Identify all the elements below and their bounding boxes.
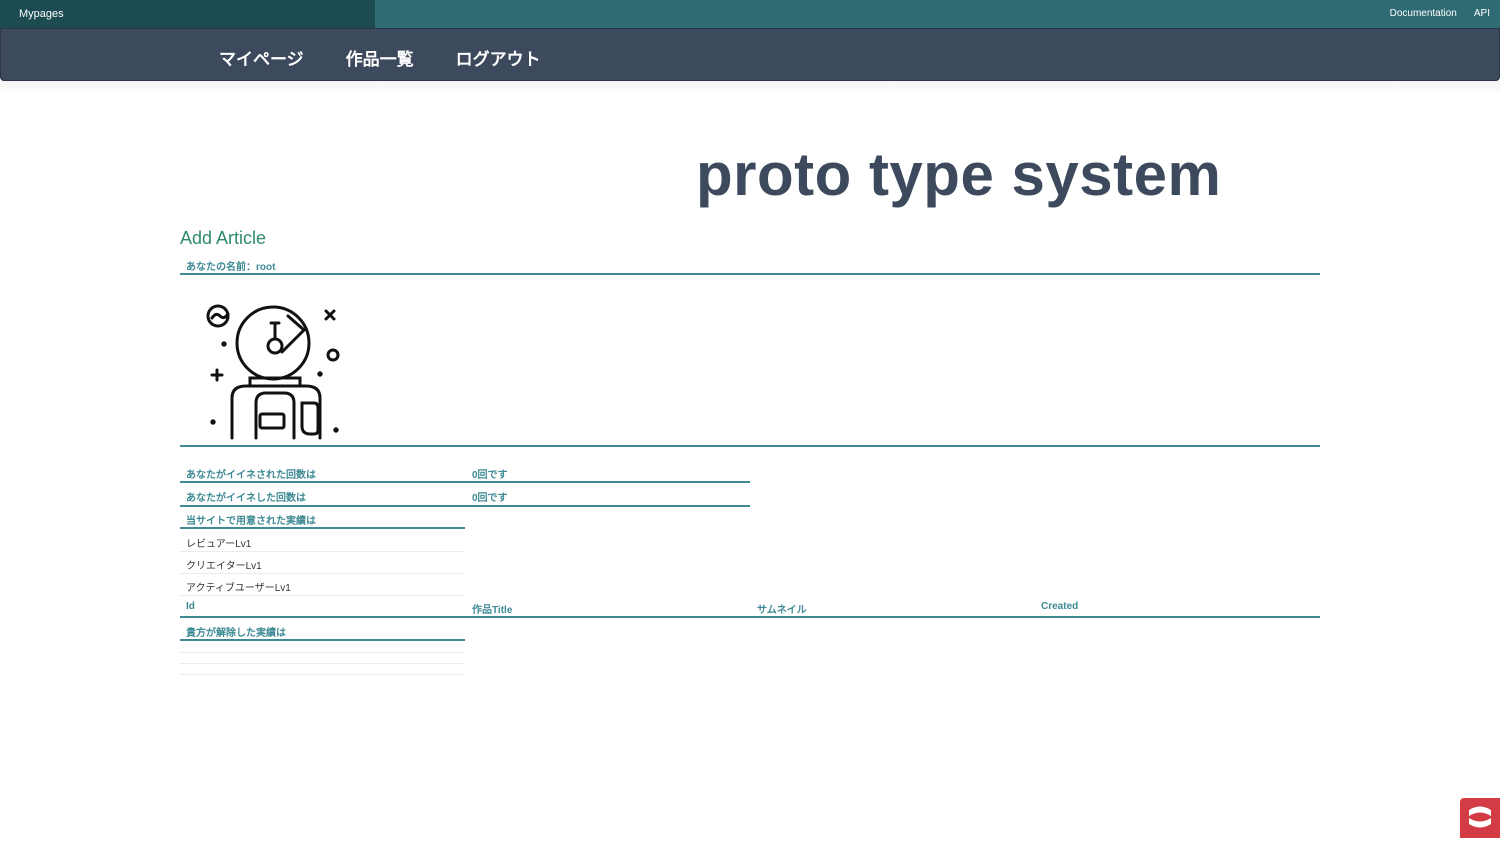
row-divider (180, 551, 465, 552)
table-header-title: 作品Title (472, 605, 513, 616)
achievement-item: クリエイターLv1 (186, 561, 262, 572)
nav-item-works: 作品一覧 (346, 45, 414, 70)
page-title: proto type system (696, 141, 1222, 208)
row-divider (180, 595, 465, 596)
nav-item-logout: ログアウト (456, 45, 541, 70)
brand-link[interactable]: Mypages (19, 8, 64, 20)
nav-link-mypage[interactable]: マイページ (219, 50, 304, 69)
main-nav: マイページ 作品一覧 ログアウト (0, 28, 1500, 81)
table-header-thumbnail: サムネイル (757, 605, 807, 616)
table-header-created: Created (1041, 601, 1079, 612)
divider (180, 505, 750, 507)
api-link[interactable]: API (1474, 8, 1490, 19)
unlocked-heading: 貴方が解除した実績は (186, 628, 286, 639)
achievement-item: レビュアーLv1 (186, 539, 252, 550)
row-divider (180, 663, 465, 664)
nav-shadow (0, 81, 1500, 95)
nav-link-logout[interactable]: ログアウト (456, 50, 541, 69)
top-links: Documentation API (1390, 8, 1490, 19)
divider (180, 445, 1320, 447)
cakephp-logo-icon[interactable] (1460, 798, 1500, 838)
row-divider (180, 573, 465, 574)
liked-count-value: 0回です (472, 470, 508, 481)
add-article-link[interactable]: Add Article (180, 228, 266, 249)
row-divider (180, 652, 465, 653)
like-count-value: 0回です (472, 493, 508, 504)
nav-item-mypage: マイページ (219, 45, 304, 70)
divider (180, 639, 465, 641)
cake-glyph-icon (1469, 806, 1491, 828)
nav-list: マイページ 作品一覧 ログアウト (219, 45, 541, 70)
table-header-id: Id (186, 601, 195, 612)
achievements-heading: 当サイトで用意された実績は (186, 516, 316, 527)
user-name-line: あなたの名前：root (186, 262, 276, 273)
divider (180, 481, 750, 483)
achievement-item: アクティブユーザーLv1 (186, 583, 291, 594)
nav-link-works[interactable]: 作品一覧 (346, 50, 414, 69)
divider (180, 527, 465, 529)
top-bar: Mypages Documentation API (0, 0, 1500, 28)
brand-area: Mypages (0, 0, 375, 28)
divider (180, 616, 1320, 618)
like-count-label: あなたがイイネした回数は (186, 493, 306, 504)
liked-count-label: あなたがイイネされた回数は (186, 470, 316, 481)
row-divider (180, 674, 465, 675)
documentation-link[interactable]: Documentation (1390, 8, 1457, 19)
astronaut-icon (206, 304, 340, 440)
divider (180, 273, 1320, 275)
